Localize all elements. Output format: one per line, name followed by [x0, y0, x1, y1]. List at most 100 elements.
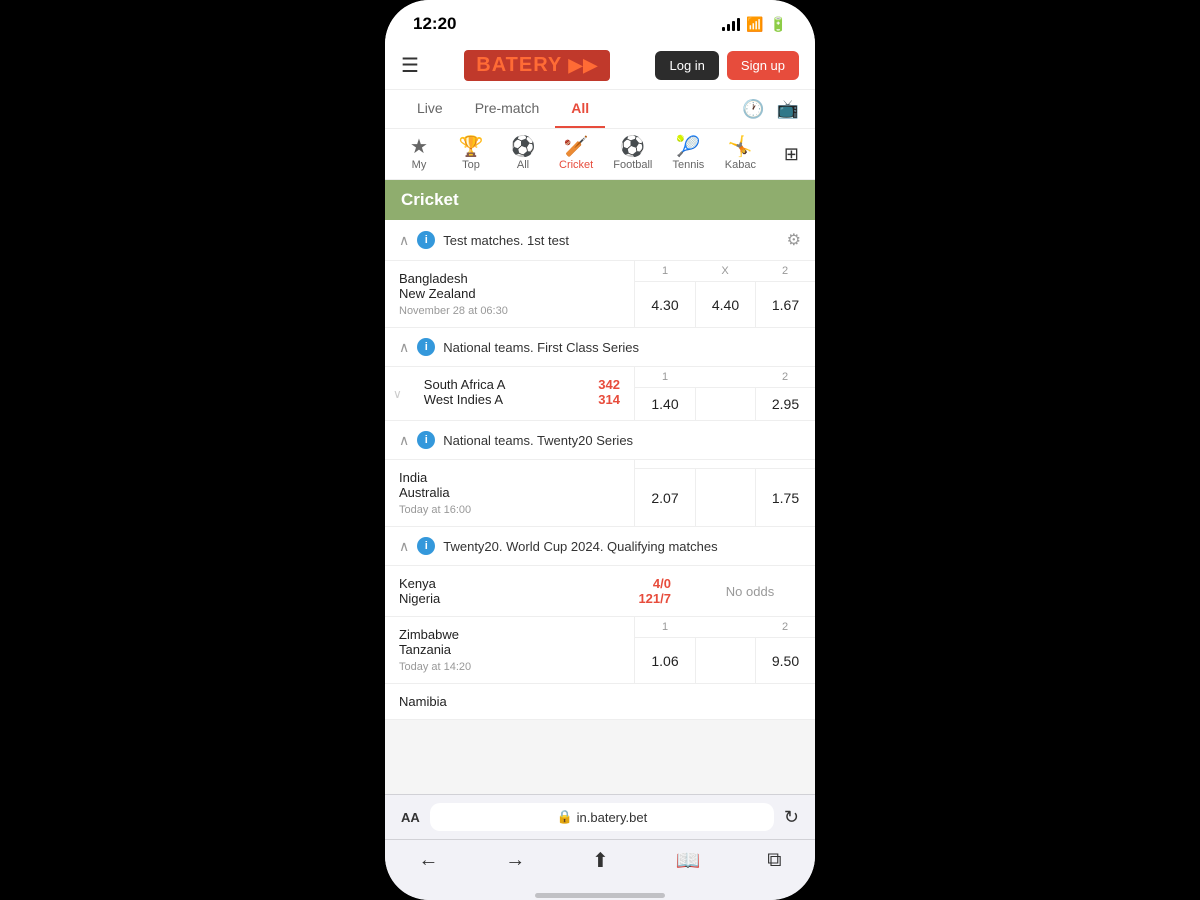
match-row-namibia[interactable]: Namibia	[385, 684, 815, 720]
sport-my[interactable]: ★ My	[393, 133, 445, 175]
match-info-namibia: Namibia	[385, 684, 815, 719]
tab-all[interactable]: All	[555, 90, 605, 128]
section-national-firstclass: ∧ i National teams. First Class Series ∨…	[385, 328, 815, 421]
sport-tennis[interactable]: 🎾 Tennis	[662, 133, 714, 175]
section-t20-series: ∧ i National teams. Twenty20 Series Indi…	[385, 421, 815, 527]
sport-top[interactable]: 🏆 Top	[445, 133, 497, 175]
odds-btn-1-zim[interactable]: 1.06	[635, 638, 695, 683]
odds-header-x-sa	[695, 367, 755, 387]
team2-row-westindies: West Indies A 314	[424, 392, 620, 407]
match-row-bangladesh[interactable]: Bangladesh New Zealand November 28 at 06…	[385, 261, 815, 328]
odds-values-southafrica: 1.40 2.95	[635, 388, 815, 420]
header: ☰ BATERY ▶▶ Log in Sign up	[385, 42, 815, 90]
match-row-zimbabwe[interactable]: Zimbabwe Tanzania Today at 14:20 1 2 1.0…	[385, 617, 815, 684]
tab-live[interactable]: Live	[401, 90, 459, 128]
odds-btn-x-sa	[695, 388, 755, 420]
team1-row-southafrica: South Africa A 342	[424, 377, 620, 392]
match-time-india: Today at 16:00	[399, 504, 620, 516]
match-info-kenya: Kenya 4/0 Nigeria 121/7	[385, 566, 685, 616]
signal-icon	[722, 17, 740, 31]
match-row-southafrica[interactable]: ∨ South Africa A 342 West Indies A 314 1	[385, 367, 815, 421]
expand-icon: ∨	[385, 367, 410, 420]
odds-container-bangladesh: 1 X 2 4.30 4.40 1.67	[634, 261, 815, 327]
battery-icon: 🔋	[770, 16, 787, 33]
odds-headers-southafrica: 1 2	[635, 367, 815, 388]
tabs-button[interactable]: ⧉	[767, 849, 781, 872]
cricket-icon: 🏏	[564, 137, 589, 157]
odds-headers-india	[635, 460, 815, 469]
info-icon-test: i	[417, 231, 435, 249]
odds-btn-2-india[interactable]: 1.75	[755, 469, 815, 526]
login-button[interactable]: Log in	[655, 51, 718, 80]
live-tv-icon[interactable]: 📺	[777, 99, 799, 120]
share-button[interactable]: ⬆	[592, 848, 609, 873]
match-row-kenya[interactable]: Kenya 4/0 Nigeria 121/7 No odds	[385, 566, 815, 617]
section-filter-test[interactable]: ⚙	[787, 230, 801, 250]
bookmarks-button[interactable]: 📖	[676, 848, 701, 873]
section-toggle-worldcup[interactable]: ∧	[399, 538, 409, 555]
odds-header-x: X	[695, 261, 755, 281]
back-button[interactable]: ←	[418, 849, 438, 872]
category-header: Cricket	[385, 180, 815, 220]
section-toggle-firstclass[interactable]: ∧	[399, 339, 409, 356]
sport-cricket[interactable]: 🏏 Cricket	[549, 133, 603, 175]
section-test-matches: ∧ i Test matches. 1st test ⚙ Bangladesh …	[385, 220, 815, 328]
match-info-india: India Australia Today at 16:00	[385, 460, 634, 526]
odds-header-1-sa: 1	[635, 367, 695, 387]
team1-southafrica: South Africa A	[424, 377, 506, 392]
info-icon-t20series: i	[417, 431, 435, 449]
odds-container-southafrica: 1 2 1.40 2.95	[634, 367, 815, 420]
odds-btn-1-sa[interactable]: 1.40	[635, 388, 695, 420]
home-bar	[535, 893, 665, 898]
home-indicator	[385, 889, 815, 900]
bottom-nav: ← → ⬆ 📖 ⧉	[385, 839, 815, 889]
odds-header-2-sa: 2	[755, 367, 815, 387]
search-button[interactable]: ⊞	[776, 140, 807, 169]
match-time-bangladesh: November 28 at 06:30	[399, 305, 620, 317]
tab-prematch[interactable]: Pre-match	[459, 90, 556, 128]
sport-kabac[interactable]: 🤸 Kabac	[714, 133, 766, 175]
odds-btn-1-bangladesh[interactable]: 4.30	[635, 282, 695, 327]
all-icon: ⚽	[511, 137, 536, 157]
reload-button[interactable]: ↻	[784, 807, 799, 828]
match-info-southafrica: South Africa A 342 West Indies A 314	[410, 367, 634, 420]
sports-nav: ★ My 🏆 Top ⚽ All 🏏 Cricket ⚽ Football 🎾 …	[385, 129, 815, 180]
football-icon: ⚽	[620, 137, 645, 157]
sport-football[interactable]: ⚽ Football	[603, 133, 662, 175]
team2-newzealand: New Zealand	[399, 286, 620, 301]
info-icon-firstclass: i	[417, 338, 435, 356]
odds-container-zimbabwe: 1 2 1.06 9.50	[634, 617, 815, 683]
odds-header-1: 1	[635, 261, 695, 281]
odds-btn-2-zim[interactable]: 9.50	[755, 638, 815, 683]
hamburger-menu[interactable]: ☰	[401, 53, 419, 78]
section-toggle-t20series[interactable]: ∧	[399, 432, 409, 449]
odds-btn-1-india[interactable]: 2.07	[635, 469, 695, 526]
odds-btn-x-bangladesh[interactable]: 4.40	[695, 282, 755, 327]
section-toggle-test[interactable]: ∧	[399, 232, 409, 249]
team1-zimbabwe: Zimbabwe	[399, 627, 620, 642]
odds-header-1-india	[635, 460, 695, 468]
match-time-zimbabwe: Today at 14:20	[399, 661, 620, 673]
odds-header-2: 2	[755, 261, 815, 281]
top-icon: 🏆	[459, 137, 484, 157]
browser-url[interactable]: 🔒 in.batery.bet	[430, 803, 774, 831]
odds-header-x-india	[695, 460, 755, 468]
forward-button[interactable]: →	[505, 849, 525, 872]
clock-icon[interactable]: 🕐	[742, 99, 764, 120]
odds-btn-2-sa[interactable]: 2.95	[755, 388, 815, 420]
odds-headers-zimbabwe: 1 2	[635, 617, 815, 638]
sport-all[interactable]: ⚽ All	[497, 133, 549, 175]
match-row-india[interactable]: India Australia Today at 16:00 2.07 1.75	[385, 460, 815, 527]
header-actions: Log in Sign up	[655, 51, 799, 80]
odds-btn-2-bangladesh[interactable]: 1.67	[755, 282, 815, 327]
browser-aa[interactable]: AA	[401, 810, 420, 825]
team1-score-southafrica: 342	[598, 377, 620, 392]
lock-icon: 🔒	[556, 809, 572, 825]
nav-icons: 🕐 📺	[742, 90, 799, 128]
signup-button[interactable]: Sign up	[727, 51, 799, 80]
team1-namibia: Namibia	[399, 694, 801, 709]
odds-values-india: 2.07 1.75	[635, 469, 815, 526]
odds-values-bangladesh: 4.30 4.40 1.67	[635, 282, 815, 327]
section-header-worldcup: ∧ i Twenty20. World Cup 2024. Qualifying…	[385, 527, 815, 566]
browser-bar: AA 🔒 in.batery.bet ↻	[385, 794, 815, 839]
